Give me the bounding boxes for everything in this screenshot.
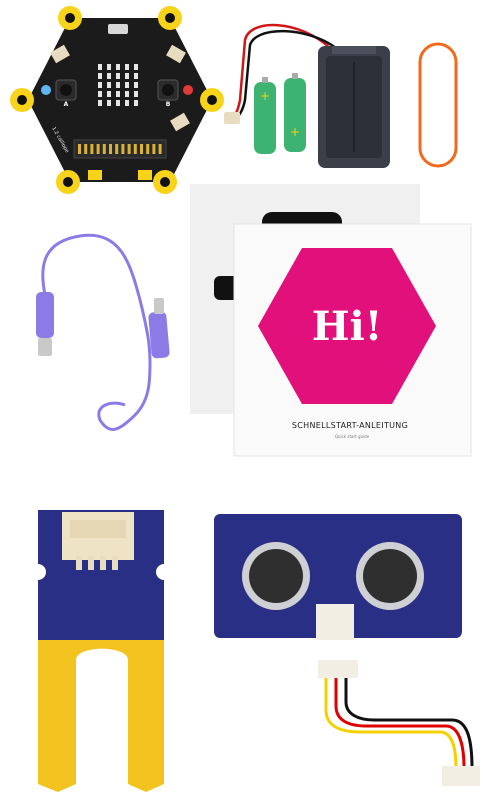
led <box>116 82 120 88</box>
led <box>98 82 102 88</box>
led <box>125 91 129 97</box>
pin <box>121 144 125 154</box>
led <box>134 91 138 97</box>
connector-pin <box>100 556 106 570</box>
pin <box>115 144 119 154</box>
sensor-prongs <box>38 640 164 792</box>
rgb-led-right <box>183 85 193 95</box>
connector-pin <box>76 556 82 570</box>
led <box>125 82 129 88</box>
moisture-sensor <box>30 510 172 792</box>
connector-pin <box>88 556 94 570</box>
button-b-label: B <box>166 101 171 108</box>
led <box>116 64 120 70</box>
led <box>116 73 120 79</box>
led <box>134 73 138 79</box>
usb-port <box>108 24 128 34</box>
led <box>116 100 120 106</box>
led <box>107 100 111 106</box>
led <box>116 91 120 97</box>
pin <box>146 144 150 154</box>
pin <box>158 144 162 154</box>
cable-plug-bottom <box>442 766 480 786</box>
battery-plug <box>224 112 240 124</box>
led <box>107 64 111 70</box>
pin <box>84 144 88 154</box>
cable-wire <box>41 233 152 431</box>
led <box>98 91 102 97</box>
pin <box>127 144 131 154</box>
usb-plug-left <box>36 292 54 338</box>
led <box>98 64 102 70</box>
battery-pack: + + <box>224 23 390 168</box>
led <box>134 100 138 106</box>
usb-cable <box>36 233 170 431</box>
button-a-label: A <box>64 101 69 108</box>
svg-text:+: + <box>260 89 270 103</box>
svg-text:+: + <box>290 125 300 139</box>
rgb-led-left <box>41 85 51 95</box>
rubber-band <box>418 42 458 168</box>
calliope-board: A B 1.2 calliope <box>10 6 224 194</box>
hi-text: Hi! <box>312 303 383 350</box>
product-kit-illustration: A B 1.2 calliope + + Hi! SCHNELLSTART-AN… <box>10 6 480 792</box>
pin <box>152 144 156 154</box>
cable-plug-top <box>318 660 358 678</box>
pin <box>102 144 106 154</box>
led <box>98 73 102 79</box>
pin <box>96 144 100 154</box>
sensor-cable-red <box>334 676 466 769</box>
led <box>134 64 138 70</box>
sensor-cable-black <box>344 676 474 769</box>
pin <box>90 144 94 154</box>
led <box>107 73 111 79</box>
led <box>98 100 102 106</box>
led <box>107 91 111 97</box>
quickstart-guide: Hi! SCHNELLSTART-ANLEITUNG Quick start g… <box>190 184 472 457</box>
connector-pin <box>112 556 118 570</box>
led <box>125 64 129 70</box>
pin <box>109 144 112 154</box>
battery-green-2 <box>284 78 306 152</box>
pin <box>78 144 81 154</box>
led <box>125 100 129 106</box>
led <box>134 82 138 88</box>
pin-header <box>73 139 167 159</box>
led <box>107 82 111 88</box>
usb-plug-right <box>148 311 170 359</box>
led <box>125 73 129 79</box>
quickstart-title: SCHNELLSTART-ANLEITUNG <box>292 421 408 430</box>
ultrasonic-connector <box>316 604 354 640</box>
pin <box>140 144 143 154</box>
ultrasonic-sensor <box>214 514 480 786</box>
pin <box>133 144 137 154</box>
quickstart-subtitle: Quick start guide <box>335 434 370 439</box>
